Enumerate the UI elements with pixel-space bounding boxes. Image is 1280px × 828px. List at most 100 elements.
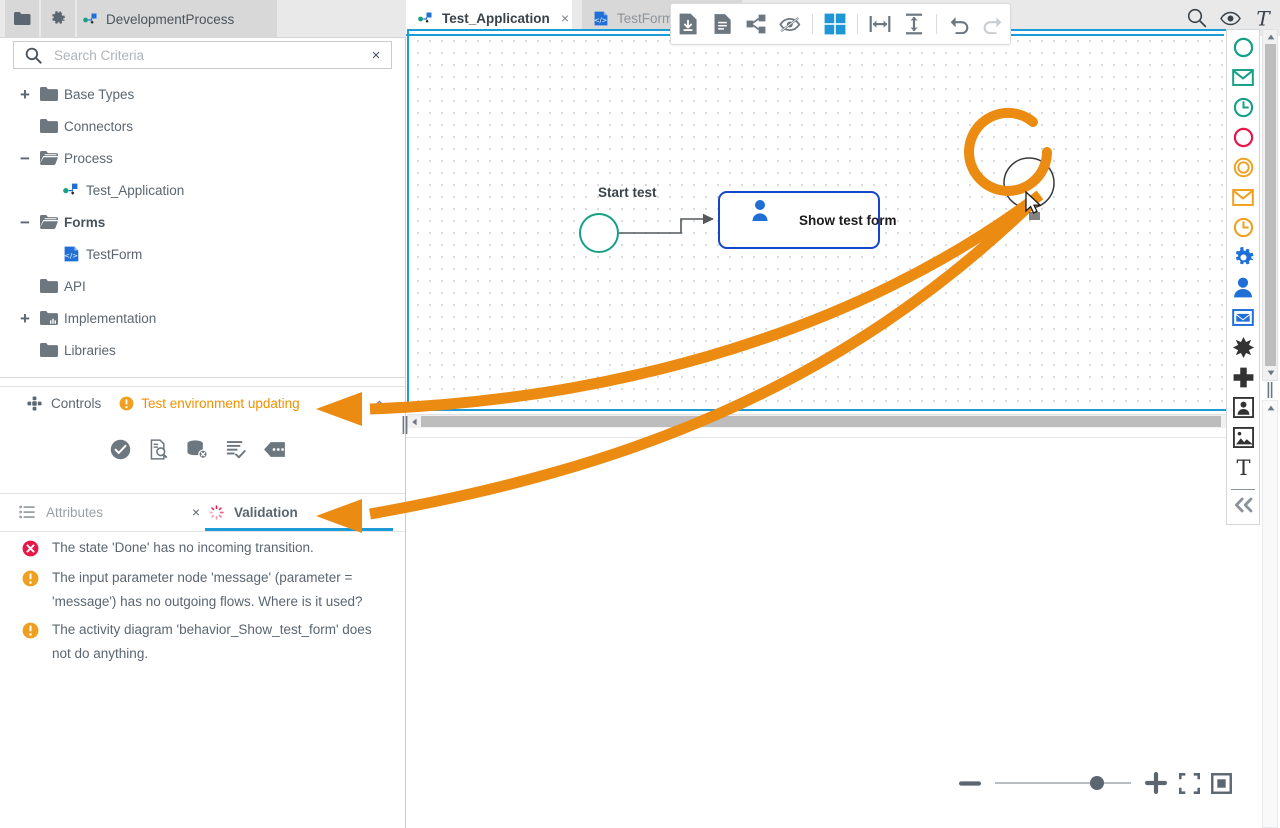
scroll-left-arrow[interactable] [408,416,420,428]
bottom-tabs-bar: Attributes × [0,494,405,532]
search-input[interactable] [52,47,361,64]
grid-layout-button[interactable] [818,4,852,44]
expand-icon[interactable]: + [14,310,36,327]
align-horizontal-button[interactable] [863,4,897,44]
clock-icon [1233,97,1254,123]
palette-service-task[interactable] [1227,245,1259,275]
panel-splitter-handle[interactable] [401,414,409,436]
validation-message[interactable]: The input parameter node 'message' (para… [0,564,405,616]
spinner-icon [209,505,224,520]
new-document-button[interactable] [705,4,739,44]
palette-timer-green[interactable] [1227,95,1259,125]
undo-button[interactable] [942,4,976,44]
tree-item-label: Forms [62,215,105,230]
collapse-icon[interactable]: − [14,150,36,167]
tree-item-label: Connectors [62,119,133,134]
tab-attributes[interactable]: Attributes [19,494,103,530]
zoom-in-button[interactable] [1144,771,1168,795]
editor-tab-close[interactable]: × [557,10,573,26]
validation-message[interactable]: The state 'Done' has no incoming transit… [0,534,405,564]
validation-message[interactable]: The activity diagram 'behavior_Show_test… [0,616,405,668]
diagram-content: Start test Show test form [409,31,1229,409]
tag-ellipsis-icon[interactable] [263,441,286,458]
tree-item-libraries[interactable]: Libraries [0,334,406,366]
share-nodes-button[interactable] [739,4,773,44]
palette-start-state[interactable] [1227,35,1259,65]
align-vertical-button[interactable] [897,4,931,44]
search-box[interactable]: × [13,41,392,69]
vertical-scrollbar-top[interactable] [1262,29,1278,381]
palette-intermediate[interactable] [1227,155,1259,185]
tree-item-label: TestForm [84,247,142,262]
scroll-down-arrow[interactable] [1265,367,1276,379]
tree-item-forms[interactable]: − Forms [0,206,406,238]
main-area: Test_Application × </> TestForm × [406,0,1280,828]
zoom-slider-knob[interactable] [1090,776,1104,790]
palette-message-orange[interactable] [1227,185,1259,215]
tab-attributes-label: Attributes [46,505,103,520]
tree-item-api[interactable]: API [0,270,406,302]
tab-validation[interactable]: Validation [209,494,298,530]
palette-timer-orange[interactable] [1227,215,1259,245]
document-search-icon[interactable] [148,439,169,460]
tree-item-connectors[interactable]: Connectors [0,110,406,142]
horizontal-scrollbar[interactable] [407,414,1230,428]
palette-message-green[interactable] [1227,65,1259,95]
actor-box-icon [1233,397,1254,423]
scroll-up-arrow[interactable] [1265,31,1276,43]
redo-button[interactable] [976,4,1010,44]
palette-gateway-complex[interactable] [1227,335,1259,365]
chevron-up-icon[interactable] [373,396,386,411]
list-check-icon[interactable] [225,439,246,460]
svg-text:</>: </> [594,16,607,24]
palette-gateway-parallel[interactable] [1227,365,1259,395]
fit-screen-icon[interactable] [1179,773,1200,794]
tree-item-test-application[interactable]: Test_Application [0,174,406,206]
envelope-box-icon [1232,309,1254,331]
tab-validation-close[interactable]: × [375,499,393,525]
palette-collapse[interactable] [1227,492,1259,522]
form-code-icon: </> [594,11,608,26]
palette-lane-pool[interactable] [1227,395,1259,425]
palette-end-state[interactable] [1227,125,1259,155]
tab-attributes-close[interactable]: × [187,499,205,525]
vertical-scrollbar-bottom[interactable] [1262,400,1278,828]
export-download-button[interactable] [671,4,705,44]
warning-icon [119,396,134,411]
tree-item-implementation[interactable]: +Implementation [0,302,406,334]
svg-text:T: T [1236,457,1250,479]
controls-cross-icon [27,396,42,411]
tree-item-base-types[interactable]: +Base Types [0,78,406,110]
collapse-icon[interactable]: − [14,214,36,231]
preview-eye-icon[interactable] [1220,11,1241,26]
tree-item-testform[interactable]: </>TestForm [0,238,406,270]
zoom-out-button[interactable] [958,778,982,789]
eye-slash-button[interactable] [773,4,807,44]
folder-closed-icon [36,343,62,357]
scrollbar-splitter-handle[interactable] [1266,381,1274,399]
actual-size-icon[interactable] [1211,773,1232,794]
expand-icon[interactable]: + [14,86,36,103]
palette-text-annotation[interactable]: T [1227,455,1259,485]
zoom-slider-track[interactable] [995,782,1131,784]
scroll-up-arrow[interactable] [1265,402,1276,414]
folder-button[interactable] [5,0,39,38]
database-remove-icon[interactable] [186,439,208,460]
palette-user-task[interactable] [1227,275,1259,305]
tree-item-process[interactable]: −Process [0,142,406,174]
project-tab[interactable]: DevelopmentProcess [77,0,277,38]
flow-connector [619,219,713,233]
vertical-scroll-thumb[interactable] [1265,44,1276,366]
toolbar-divider [857,14,858,34]
settings-button[interactable] [41,0,75,38]
controls-status: Test environment updating [119,396,299,411]
check-circle-icon[interactable] [110,439,131,460]
tree-item-label: Test_Application [84,183,184,198]
palette-image[interactable] [1227,425,1259,455]
palette-send-task[interactable] [1227,305,1259,335]
horizontal-scroll-thumb[interactable] [421,416,1221,427]
text-tool-icon[interactable]: T [1254,8,1272,29]
search-clear-button[interactable]: × [361,47,391,64]
diagram-canvas[interactable]: Start test Show test form [407,29,1230,411]
search-icon[interactable] [1187,8,1207,28]
